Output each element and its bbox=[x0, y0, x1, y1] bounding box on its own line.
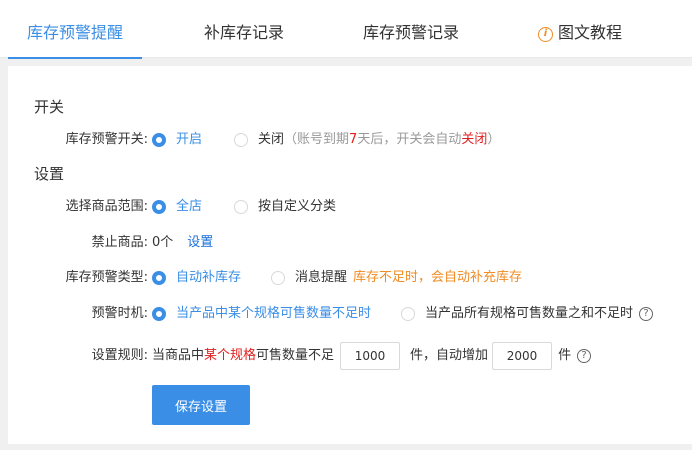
tab-label: 库存预警记录 bbox=[362, 23, 459, 42]
rule-unit: 件 bbox=[558, 348, 572, 363]
type-hint: 库存不足时，会自动补充库存 bbox=[353, 270, 523, 285]
banned-settings-link[interactable]: 设置 bbox=[187, 232, 213, 254]
settings-panel: 开关 库存预警开关: 开启 关闭 （账号到期7天后，开关会自动关闭） 设置 选择… bbox=[8, 66, 692, 444]
radio-checked-icon bbox=[152, 133, 166, 147]
rule-text-highlight: 某个规格 bbox=[204, 348, 257, 363]
radio-unchecked-icon bbox=[401, 307, 416, 321]
timing-row: 预警时机: 当产品中某个规格可售数量不足时 当产品所有规格可售数量之和不足时 ? bbox=[8, 303, 692, 325]
rule-unit: 件，自动增加 bbox=[410, 348, 489, 363]
radio-unchecked-icon bbox=[271, 271, 286, 285]
scope-custom-radio[interactable]: 按自定义分类 bbox=[234, 196, 336, 218]
alert-type-row: 库存预警类型: 自动补库存 消息提醒 库存不足时，会自动补充库存 bbox=[8, 267, 692, 289]
threshold-input[interactable] bbox=[340, 342, 401, 370]
scope-row: 选择商品范围: 全店 按自定义分类 bbox=[8, 196, 692, 218]
section-title-settings: 设置 bbox=[34, 165, 65, 183]
switch-on-radio[interactable]: 开启 bbox=[152, 129, 202, 151]
radio-checked-icon bbox=[152, 200, 166, 214]
help-icon[interactable]: ? bbox=[639, 307, 654, 321]
scope-all-radio[interactable]: 全店 bbox=[152, 196, 202, 218]
timing-all-radio[interactable]: 当产品所有规格可售数量之和不足时 bbox=[401, 303, 633, 325]
switch-label: 库存预警开关: bbox=[65, 132, 148, 147]
type-msg-radio[interactable]: 消息提醒 bbox=[271, 267, 347, 289]
radio-unchecked-icon bbox=[234, 133, 249, 147]
rule-label: 设置规则: bbox=[91, 348, 148, 363]
radio-checked-icon bbox=[152, 307, 166, 321]
timing-label: 预警时机: bbox=[91, 306, 148, 321]
tab-tutorial[interactable]: i 图文教程 bbox=[520, 0, 640, 58]
tab-alert-records[interactable]: 库存预警记录 bbox=[346, 0, 476, 58]
radio-checked-icon bbox=[152, 271, 166, 285]
banned-row: 禁止商品: 0个 设置 bbox=[8, 232, 692, 254]
tab-restock-records[interactable]: 补库存记录 bbox=[186, 0, 302, 58]
section-title-switch: 开关 bbox=[34, 98, 65, 116]
type-auto-radio[interactable]: 自动补库存 bbox=[152, 267, 241, 289]
tab-label: 补库存记录 bbox=[203, 23, 284, 42]
switch-off-radio[interactable]: 关闭 bbox=[234, 129, 284, 151]
scope-label: 选择商品范围: bbox=[65, 199, 148, 214]
help-icon[interactable]: ? bbox=[577, 349, 592, 363]
switch-note: （账号到期7天后，开关会自动关闭） bbox=[284, 132, 501, 147]
banned-count: 0个 bbox=[152, 235, 174, 250]
info-icon: i bbox=[537, 27, 553, 42]
tab-bar: 库存预警提醒 补库存记录 库存预警记录 i 图文教程 bbox=[0, 0, 692, 59]
tab-label: 库存预警提醒 bbox=[26, 23, 123, 42]
switch-row: 库存预警开关: 开启 关闭 （账号到期7天后，开关会自动关闭） bbox=[8, 129, 692, 151]
tab-label: 图文教程 bbox=[557, 23, 622, 42]
alert-type-label: 库存预警类型: bbox=[65, 270, 148, 285]
save-settings-button[interactable]: 保存设置 bbox=[152, 385, 250, 425]
rule-row: 设置规则: 当商品中某个规格可售数量不足 件，自动增加 件 ? bbox=[8, 341, 692, 371]
tab-stock-alert[interactable]: 库存预警提醒 bbox=[8, 0, 142, 59]
rule-text: 可售数量不足 bbox=[256, 348, 335, 363]
increment-input[interactable] bbox=[492, 342, 553, 370]
radio-unchecked-icon bbox=[234, 200, 249, 214]
timing-single-radio[interactable]: 当产品中某个规格可售数量不足时 bbox=[152, 303, 371, 325]
rule-text: 当商品中 bbox=[152, 348, 205, 363]
banned-label: 禁止商品: bbox=[91, 235, 148, 250]
